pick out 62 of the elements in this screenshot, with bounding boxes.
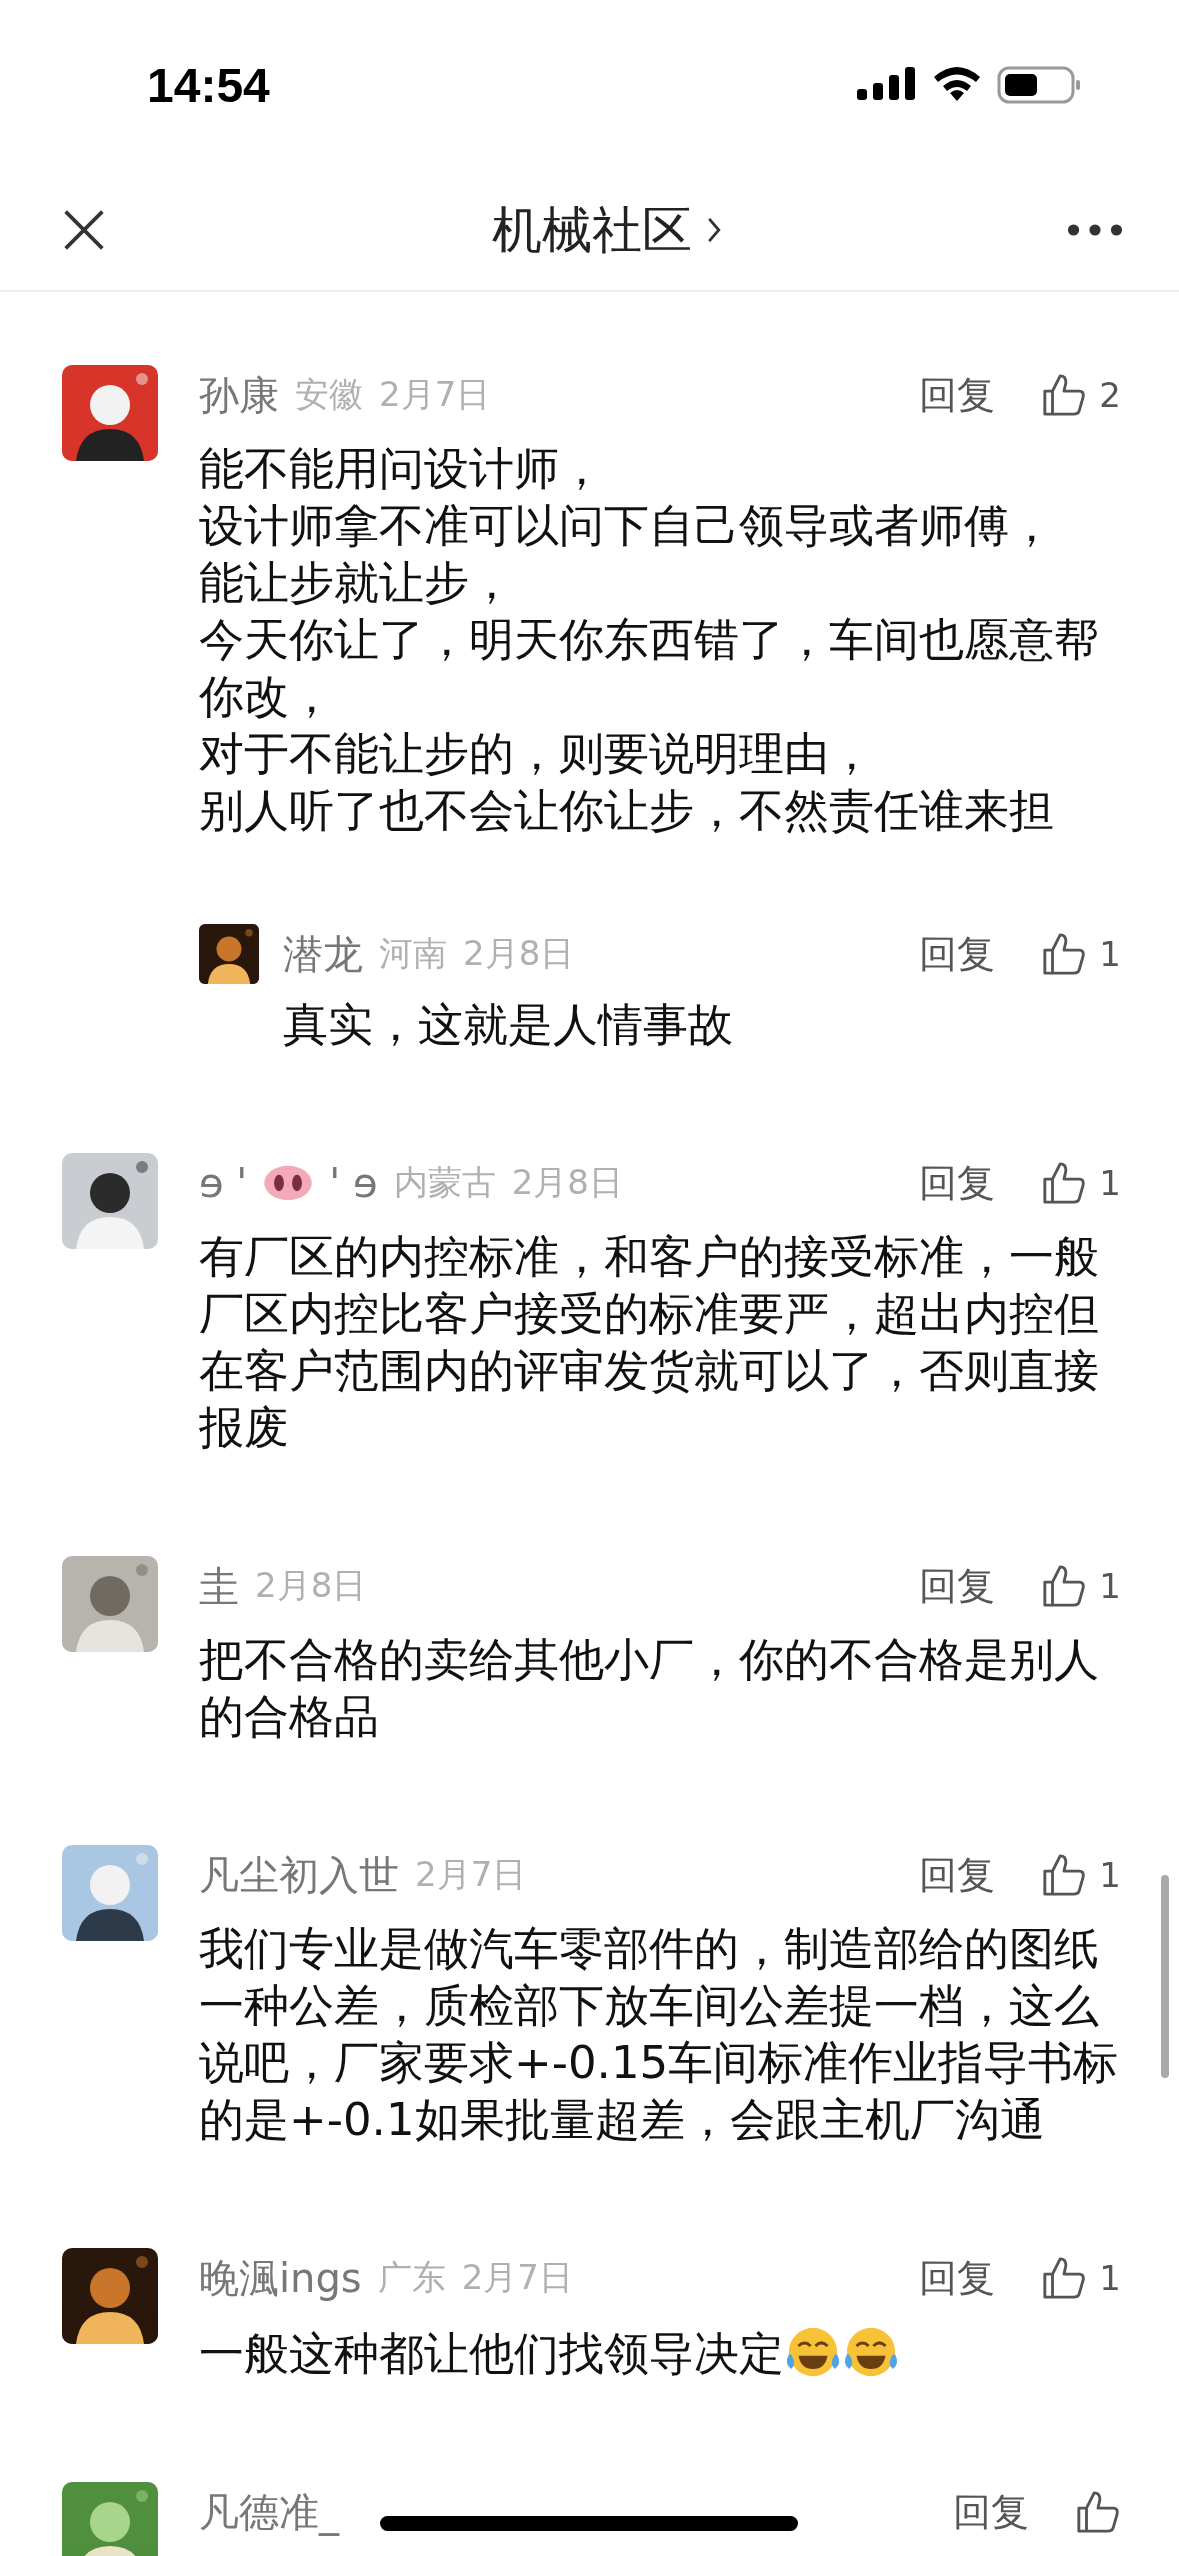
comment-date: 2月8日 [511, 1161, 623, 1204]
comment-date: 2月7日 [415, 1853, 527, 1896]
thumbs-up-icon[interactable] [1041, 931, 1088, 977]
thumbs-up-icon[interactable] [1075, 2489, 1121, 2535]
comment-date: 2月7日 [379, 373, 491, 416]
user-name[interactable]: ɘ ' [199, 1160, 248, 1206]
chevron-right-icon[interactable] [705, 215, 722, 245]
avatar[interactable] [62, 1845, 158, 1941]
user-name[interactable]: 晚渢ings [199, 2250, 362, 2306]
comment-date: 2月8日 [255, 1564, 367, 1607]
reply-button[interactable]: 回复 [919, 1157, 996, 1209]
thumbs-up-icon[interactable] [1041, 2255, 1088, 2301]
reply-button[interactable]: 回复 [919, 928, 996, 980]
battery-icon [997, 65, 1081, 105]
user-name[interactable]: ' ɘ [329, 1160, 378, 1206]
reply-button[interactable]: 回复 [919, 2252, 996, 2304]
avatar[interactable] [62, 1153, 158, 1249]
comment-text: 我们专业是做汽车零部件的，制造部给的图纸一种公差，质检部下放车间公差提一档，这么说吧，厂家要求+-0.15车间标准作业指导书标的是+-0.1如果批量超差，会跟主机厂沟通 [199, 1922, 1119, 2146]
thumbs-up-icon[interactable] [1041, 1852, 1088, 1898]
scrollbar[interactable] [1161, 1875, 1169, 2078]
avatar[interactable] [199, 924, 259, 984]
user-name[interactable]: 圭 [199, 1558, 239, 1614]
more-icon[interactable] [1067, 223, 1123, 237]
like-count: 1 [1099, 934, 1121, 974]
region-label: 内蒙古 [393, 1161, 496, 1204]
like-count: 2 [1099, 375, 1121, 415]
comment-text: 别人听了也不会让你让步，不然责任谁来担 [199, 783, 1055, 839]
status-time: 14:54 [147, 57, 270, 113]
close-icon[interactable] [62, 208, 106, 252]
thumbs-up-icon[interactable] [1041, 372, 1088, 418]
user-name[interactable]: 凡德准_ [199, 2484, 339, 2540]
comment-text: 对于不能让步的，则要说明理由， [199, 726, 875, 782]
comment-text: 能不能用问设计师， [199, 441, 605, 497]
reply-button[interactable]: 回复 [919, 1560, 996, 1612]
user-name[interactable]: 孙康 [199, 367, 279, 423]
comment-text: 把不合格的卖给其他小厂，你的不合格是别人的合格品 [199, 1633, 1099, 1743]
pig-nose-icon [263, 1165, 314, 1201]
reply-button[interactable]: 回复 [919, 369, 996, 421]
reply-button[interactable]: 回复 [953, 2486, 1029, 2538]
user-name[interactable]: 潜龙 [283, 926, 363, 982]
thumbs-up-icon[interactable] [1041, 1563, 1088, 1609]
comment-text: 一般这种都让他们找领导决定 [199, 2327, 784, 2380]
comment-text: 设计师拿不准可以问下自己领导或者师傅， [199, 498, 1055, 554]
user-name[interactable]: 凡尘初入世 [199, 1847, 399, 1903]
reply-button[interactable]: 回复 [919, 1849, 996, 1901]
comment-date: 2月8日 [463, 932, 575, 975]
like-count: 1 [1099, 1855, 1121, 1895]
comment-text: 今天你让了，明天你东西错了，车间也愿意帮你改， [199, 612, 1100, 725]
like-count: 1 [1099, 1163, 1121, 1203]
like-count: 1 [1099, 1566, 1121, 1606]
region-label: 河南 [379, 932, 447, 975]
comment-text: 真实，这就是人情事故 [283, 998, 733, 1051]
comment-text: 有厂区的内控标准，和客户的接受标准，一般厂区内控比客户接受的标准要严，超出内控但在客户范围内的评审发货就可以了，否则直接报废 [199, 1230, 1099, 1454]
page-title[interactable]: 机械社区 [491, 196, 692, 264]
comment-date: 2月7日 [461, 2256, 573, 2299]
region-label: 安徽 [295, 373, 363, 416]
region-label: 广东 [377, 2256, 446, 2299]
avatar[interactable] [62, 2248, 158, 2344]
comment-text: 能让步就让步， [199, 555, 515, 611]
like-count: 1 [1099, 2258, 1121, 2298]
thumbs-up-icon[interactable] [1041, 1160, 1088, 1206]
avatar[interactable] [62, 365, 158, 461]
